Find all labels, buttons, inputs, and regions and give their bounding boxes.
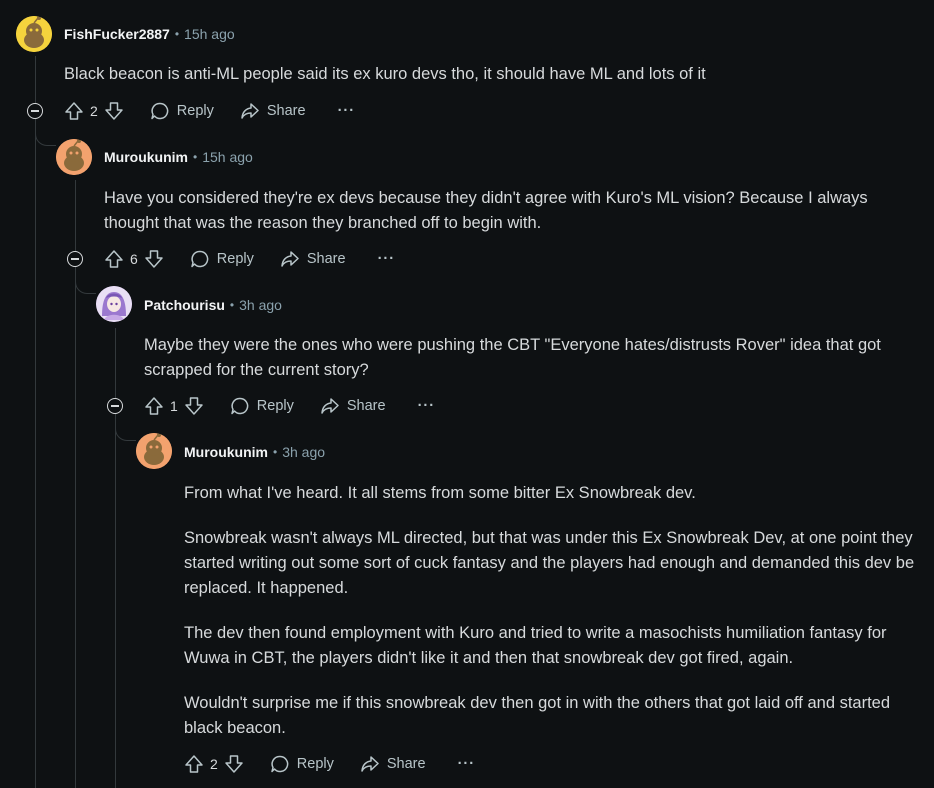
vote-count: 1	[170, 398, 178, 414]
comment-time[interactable]: 3h ago	[282, 444, 325, 460]
thread-connector	[75, 281, 96, 294]
vote-group: 2	[64, 101, 124, 121]
comment-meta: Muroukunim • 3h ago	[184, 444, 325, 460]
author-name[interactable]: FishFucker2887	[64, 26, 170, 42]
comment-paragraph: Maybe they were the ones who were pushin…	[144, 336, 881, 379]
upvote-icon[interactable]	[144, 396, 164, 416]
downvote-icon[interactable]	[104, 101, 124, 121]
share-label: Share	[306, 251, 346, 267]
more-icon[interactable]: ···	[458, 756, 476, 772]
more-icon[interactable]: ···	[338, 103, 356, 119]
reply-button[interactable]: Reply	[230, 396, 294, 416]
share-icon	[361, 756, 379, 772]
share-button[interactable]: Share	[280, 249, 346, 269]
comment-meta: Muroukunim • 15h ago	[104, 149, 253, 165]
comment-time[interactable]: 15h ago	[202, 149, 253, 165]
reply-icon	[231, 397, 249, 415]
share-button[interactable]: Share	[240, 101, 306, 121]
reply-button[interactable]: Reply	[190, 249, 254, 269]
comment-actions: 1 Reply Share ···	[144, 392, 435, 420]
thread-line-level1	[75, 180, 76, 788]
collapse-icon[interactable]	[107, 398, 123, 414]
author-name[interactable]: Muroukunim	[104, 149, 188, 165]
downvote-icon[interactable]	[224, 754, 244, 774]
comment-meta: FishFucker2887 • 15h ago	[64, 26, 235, 42]
more-icon[interactable]: ···	[378, 251, 396, 267]
avatar[interactable]	[136, 433, 172, 469]
vote-group: 2	[184, 754, 244, 774]
reply-icon	[191, 250, 209, 268]
reply-label: Reply	[176, 103, 214, 119]
share-icon	[321, 398, 339, 414]
comment-paragraph: Snowbreak wasn't always ML directed, but…	[184, 529, 915, 597]
reply-icon	[271, 755, 289, 773]
reply-button[interactable]: Reply	[270, 754, 334, 774]
comment-actions: 2 Reply Share ···	[184, 750, 475, 778]
reply-button[interactable]: Reply	[150, 101, 214, 121]
more-icon[interactable]: ···	[418, 398, 436, 414]
share-button[interactable]: Share	[360, 754, 426, 774]
thread-line-root	[35, 56, 36, 788]
downvote-icon[interactable]	[184, 396, 204, 416]
snoo-avatar-icon	[136, 433, 172, 469]
collapse-icon[interactable]	[67, 251, 83, 267]
comment-meta: Patchourisu • 3h ago	[144, 297, 282, 313]
upvote-icon[interactable]	[184, 754, 204, 774]
vote-count: 2	[90, 103, 98, 119]
separator-dot: •	[174, 27, 180, 41]
thread-connector	[115, 428, 136, 441]
reply-label: Reply	[256, 398, 294, 414]
separator-dot: •	[193, 150, 198, 164]
comment-actions: 2 Reply Share ···	[64, 97, 355, 125]
author-name[interactable]: Patchourisu	[144, 297, 225, 313]
share-label: Share	[346, 398, 386, 414]
reply-label: Reply	[296, 756, 334, 772]
share-label: Share	[266, 103, 306, 119]
vote-group: 6	[104, 249, 164, 269]
anime-avatar-icon	[96, 286, 132, 322]
upvote-icon[interactable]	[64, 101, 84, 121]
share-button[interactable]: Share	[320, 396, 386, 416]
reply-label: Reply	[216, 251, 254, 267]
separator-dot: •	[229, 298, 235, 312]
vote-group: 1	[144, 396, 204, 416]
reply-icon	[151, 102, 169, 120]
vote-count: 6	[130, 251, 138, 267]
snoo-avatar-icon	[56, 139, 92, 175]
snoo-avatar-icon	[16, 16, 52, 52]
comment-paragraph: Wouldn't surprise me if this snowbreak d…	[184, 694, 891, 737]
comment-paragraph: The dev then found employment with Kuro …	[184, 624, 887, 667]
comment-paragraph: Black beacon is anti-ML people said its …	[64, 65, 706, 83]
thread-connector	[35, 133, 56, 146]
comment-paragraph: Have you considered they're ex devs beca…	[104, 189, 868, 232]
comment-time[interactable]: 3h ago	[239, 297, 282, 313]
author-name[interactable]: Muroukunim	[184, 444, 268, 460]
comment-paragraph: From what I've heard. It all stems from …	[184, 484, 696, 502]
comment-actions: 6 Reply Share ···	[104, 245, 395, 273]
avatar[interactable]	[96, 286, 132, 322]
downvote-icon[interactable]	[144, 249, 164, 269]
avatar[interactable]	[16, 16, 52, 52]
comment-body: From what I've heard. It all stems from …	[184, 481, 919, 761]
thread-line-level2	[115, 328, 116, 788]
avatar[interactable]	[56, 139, 92, 175]
comment-time[interactable]: 15h ago	[184, 26, 235, 42]
upvote-icon[interactable]	[104, 249, 124, 269]
collapse-icon[interactable]	[27, 103, 43, 119]
share-icon	[241, 103, 259, 119]
vote-count: 2	[210, 756, 218, 772]
share-label: Share	[386, 756, 426, 772]
share-icon	[281, 251, 299, 267]
separator-dot: •	[273, 445, 278, 459]
